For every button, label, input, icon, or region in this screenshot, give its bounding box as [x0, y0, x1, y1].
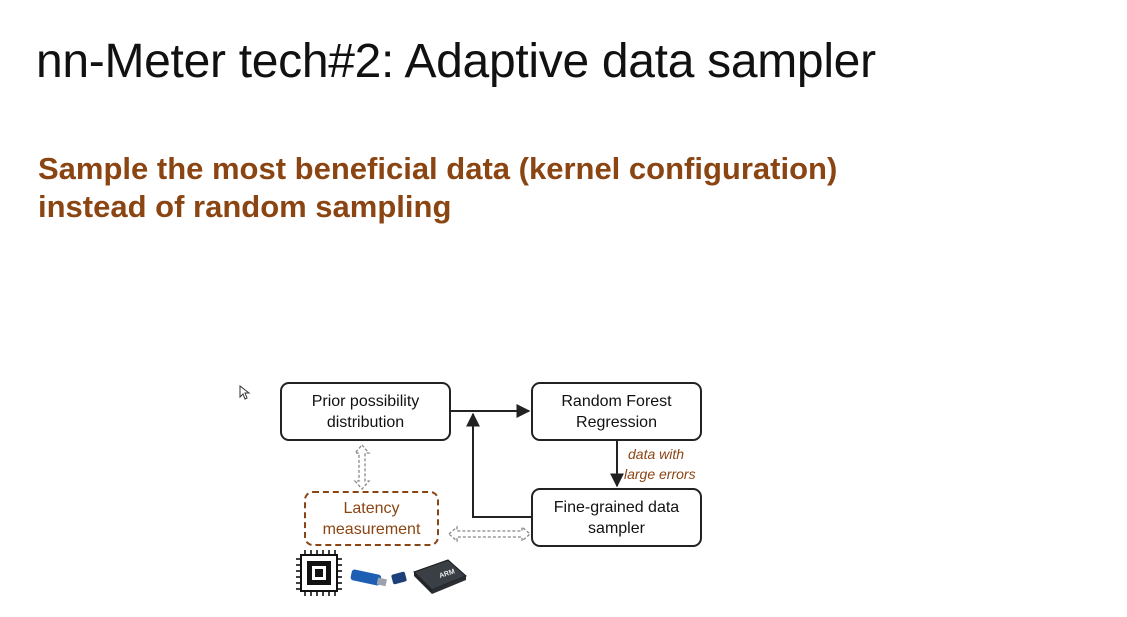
node-random-forest-regression: Random Forest Regression: [531, 382, 702, 441]
node-prior-line-1: Prior possibility: [311, 392, 420, 410]
edge-label-large-errors: data with large errors: [624, 444, 696, 484]
node-sampler-line-1: Fine-grained data: [553, 498, 680, 516]
node-rf-line-1: Random Forest: [561, 392, 672, 410]
mouse-pointer-icon: [239, 385, 251, 400]
node-latency-line-1: Latency: [343, 499, 400, 517]
hollow-arrow-prior-latency: [353, 444, 371, 490]
node-prior-line-2: distribution: [326, 413, 405, 431]
node-prior-distribution: Prior possibility distribution: [280, 382, 451, 441]
cpu-chip-icon: [296, 550, 342, 596]
node-latency-measurement: Latency measurement: [304, 491, 439, 546]
small-usb-dongle-icon: [391, 571, 407, 585]
edge-label-line-1: data with: [628, 446, 685, 462]
node-sampler-line-2: sampler: [588, 519, 645, 537]
arrow-sampler-feedback: [466, 412, 531, 518]
node-fine-grained-sampler: Fine-grained data sampler: [531, 488, 702, 547]
node-latency-line-2: measurement: [322, 520, 421, 538]
node-rf-line-2: Regression: [576, 413, 657, 431]
usb-accelerator-icon: [350, 569, 387, 587]
hollow-arrow-latency-sampler: [448, 525, 531, 543]
edge-label-line-2: large errors: [624, 466, 696, 482]
arm-board-icon: ARM: [413, 559, 467, 594]
